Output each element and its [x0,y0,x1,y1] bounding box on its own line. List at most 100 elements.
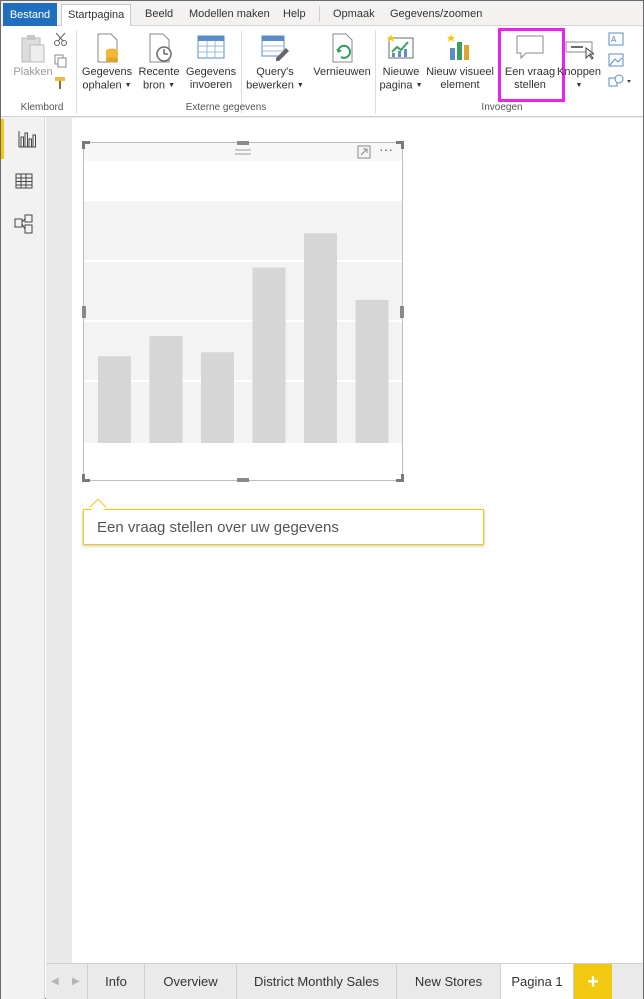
new-page-button[interactable]: Nieuwe pagina ▼ [379,32,423,92]
tab-view[interactable]: Beeld [139,4,179,26]
get-data-label-1: Gegevens [81,66,133,78]
visual-container[interactable]: ··· [82,141,404,482]
group-label-insert: Invoegen [481,102,523,113]
resize-corner[interactable] [82,141,90,149]
new-visual-icon [445,32,475,62]
chevron-left-icon[interactable]: ◀ [51,976,59,987]
chevron-right-icon[interactable]: ▶ [72,976,80,987]
drag-handle-icon[interactable] [235,147,251,155]
chevron-down-icon: ▼ [415,82,423,89]
recent-sources-button[interactable]: Recente bron ▼ [137,32,181,92]
paste-button[interactable]: Plakken [11,32,55,79]
edit-queries-label-1: Query's [256,66,294,78]
resize-corner[interactable] [396,141,404,149]
page-tab-new-stores[interactable]: New Stores [397,964,501,999]
new-page-label-2: pagina [379,79,413,92]
shapes-icon[interactable] [608,74,632,88]
edit-query-icon [260,32,290,62]
bar [98,356,131,443]
tab-divider [319,6,320,22]
buttons-button[interactable]: Knoppen ▼ [557,32,601,92]
page-tab-pagina-1[interactable]: Pagina 1 [501,964,574,999]
resize-handle-left[interactable] [82,306,86,318]
page-tab-bar: ◀ ▶ Info Overview District Monthly Sales… [46,963,643,999]
enter-data-button[interactable]: Gegevens invoeren [185,32,237,92]
database-icon [92,32,122,63]
chevron-down-icon: ▼ [575,82,583,89]
tab-format[interactable]: Opmaak [327,4,381,26]
resize-handle-bottom[interactable] [237,478,249,482]
new-page-label-1: Nieuwe [382,66,420,78]
tab-home[interactable]: Startpagina [61,4,132,27]
more-options-icon[interactable]: ··· [379,142,397,158]
format-painter-icon[interactable] [54,76,68,90]
bar [304,233,337,443]
refresh-button[interactable]: Vernieuwen [311,32,373,79]
table-icon [196,32,226,62]
resize-handle-top[interactable] [237,141,249,145]
chevron-down-icon: ▼ [296,82,304,89]
ribbon-tab-bar: Bestand Startpagina Beeld Modellen maken… [1,1,643,27]
tab-help[interactable]: Help [277,4,312,26]
clipboard-icon [18,32,48,63]
add-page-button[interactable]: + [574,964,612,999]
text-box-icon[interactable]: A [608,32,624,46]
chevron-down-icon: ▼ [168,82,176,89]
qna-placeholder: Een vraag stellen over uw gegevens [97,519,339,536]
model-view-button[interactable] [1,204,45,244]
paste-label: Plakken [13,66,53,78]
recent-label-2: bron [142,79,166,92]
ribbon: Plakken Klembord Gegevens ophalen ▼ Rece… [1,26,643,117]
tab-modeling[interactable]: Modellen maken [183,4,276,26]
chevron-down-icon: ▼ [124,82,132,89]
edit-queries-button[interactable]: Query's bewerken ▼ [246,32,304,92]
refresh-icon [327,32,357,63]
resize-handle-right[interactable] [400,306,404,318]
image-icon[interactable] [608,53,624,67]
group-label-external-data: Externe gegevens [185,102,267,113]
tab-data-drill[interactable]: Gegevens/zoomen [384,4,488,26]
enter-data-label-1: Gegevens [185,66,237,78]
page-tab-district-monthly-sales[interactable]: District Monthly Sales [237,964,397,999]
edit-queries-label-2: bewerken [246,79,294,92]
report-view-button[interactable] [1,119,45,159]
new-visual-label-1: Nieuw visueel [426,66,494,78]
recent-label-1: Recente [138,66,180,78]
svg-text:A: A [611,35,617,44]
callout-highlight [498,28,565,102]
view-switcher [1,117,45,999]
get-data-label-2: ophalen [82,79,122,92]
chart-plot-area [84,201,402,443]
copy-icon[interactable] [54,54,68,68]
resize-corner[interactable] [82,474,90,482]
app-window: Bestand Startpagina Beeld Modellen maken… [0,0,644,999]
bar [252,267,286,443]
new-visual-label-2: element [440,79,480,91]
focus-mode-icon[interactable] [357,145,371,159]
new-visual-button[interactable]: Nieuw visueel element [425,32,495,92]
enter-data-label-2: invoeren [189,79,233,91]
plus-icon: + [587,971,599,993]
relationships-icon [14,214,34,234]
ribbon-divider [76,30,77,114]
recent-source-icon [144,32,174,63]
qna-input[interactable]: Een vraag stellen over uw gegevens [83,509,484,545]
page-tab-overview[interactable]: Overview [145,964,237,999]
page-tab-info[interactable]: Info [87,964,145,999]
tab-file[interactable]: Bestand [3,3,57,27]
data-view-button[interactable] [1,161,45,201]
grid-icon [14,171,34,191]
resize-corner[interactable] [396,474,404,482]
get-data-button[interactable]: Gegevens ophalen ▼ [81,32,133,92]
bar [201,352,234,443]
bar [355,299,389,443]
cut-icon[interactable] [54,32,68,46]
refresh-label: Vernieuwen [313,66,371,78]
bar [149,336,183,443]
bar-chart [84,233,402,443]
button-icon [564,32,596,62]
new-page-icon [386,32,416,62]
group-label-clipboard: Klembord [20,102,64,113]
bar-chart-icon [17,129,37,149]
buttons-label: Knoppen [557,66,602,78]
